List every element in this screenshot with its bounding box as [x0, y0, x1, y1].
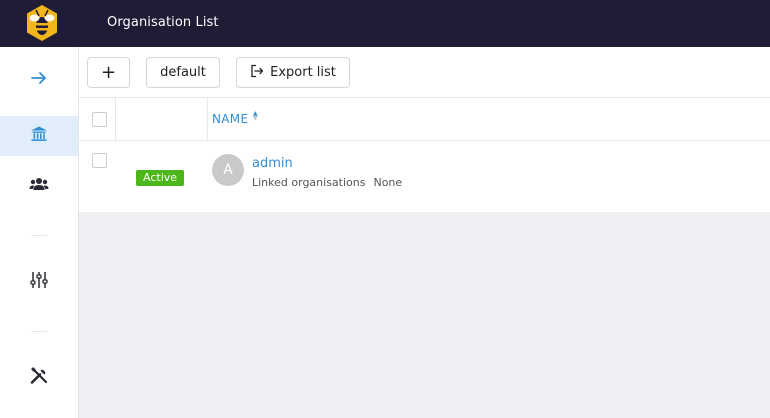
export-list-label: Export list [270, 65, 336, 80]
bank-icon [30, 125, 48, 147]
row-checkbox[interactable] [92, 153, 107, 168]
toolbar: + default Export list [79, 47, 770, 97]
sidebar [0, 47, 79, 418]
organisation-table: NAME ▲ ▼ Active A admin Linked organisati… [79, 97, 770, 212]
bee-logo-icon[interactable] [24, 4, 60, 42]
export-icon [250, 64, 264, 82]
header-check-cell [79, 98, 116, 140]
sidebar-item-organisations[interactable] [0, 116, 78, 156]
select-all-checkbox[interactable] [92, 112, 107, 127]
arrow-right-icon [30, 69, 48, 91]
sliders-icon [30, 271, 48, 293]
default-filter-button[interactable]: default [146, 57, 220, 88]
status-badge: Active [136, 170, 185, 186]
table-row[interactable]: Active A admin Linked organisations None [79, 141, 770, 212]
users-icon [29, 175, 49, 197]
add-organisation-button[interactable]: + [87, 57, 130, 88]
linked-organisations: Linked organisations None [252, 176, 402, 189]
top-bar: Organisation List [0, 0, 770, 47]
sidebar-divider [31, 331, 47, 332]
sidebar-divider [31, 235, 47, 236]
sidebar-item-settings[interactable] [0, 262, 78, 302]
sort-icon[interactable]: ▲ ▼ [253, 111, 258, 122]
column-header-name[interactable]: NAME [212, 112, 248, 126]
sidebar-item-users[interactable] [0, 166, 78, 206]
sidebar-item-expand[interactable] [0, 60, 78, 100]
table-header: NAME ▲ ▼ [79, 97, 770, 141]
export-list-button[interactable]: Export list [236, 57, 350, 88]
linked-organisations-label: Linked organisations [252, 176, 366, 189]
organisation-name-link[interactable]: admin [252, 156, 293, 171]
tools-icon [30, 367, 48, 389]
page-title: Organisation List [107, 15, 219, 30]
linked-organisations-value: None [373, 176, 403, 189]
avatar: A [212, 154, 244, 186]
sidebar-item-tools[interactable] [0, 358, 78, 398]
header-status-cell [116, 98, 208, 140]
